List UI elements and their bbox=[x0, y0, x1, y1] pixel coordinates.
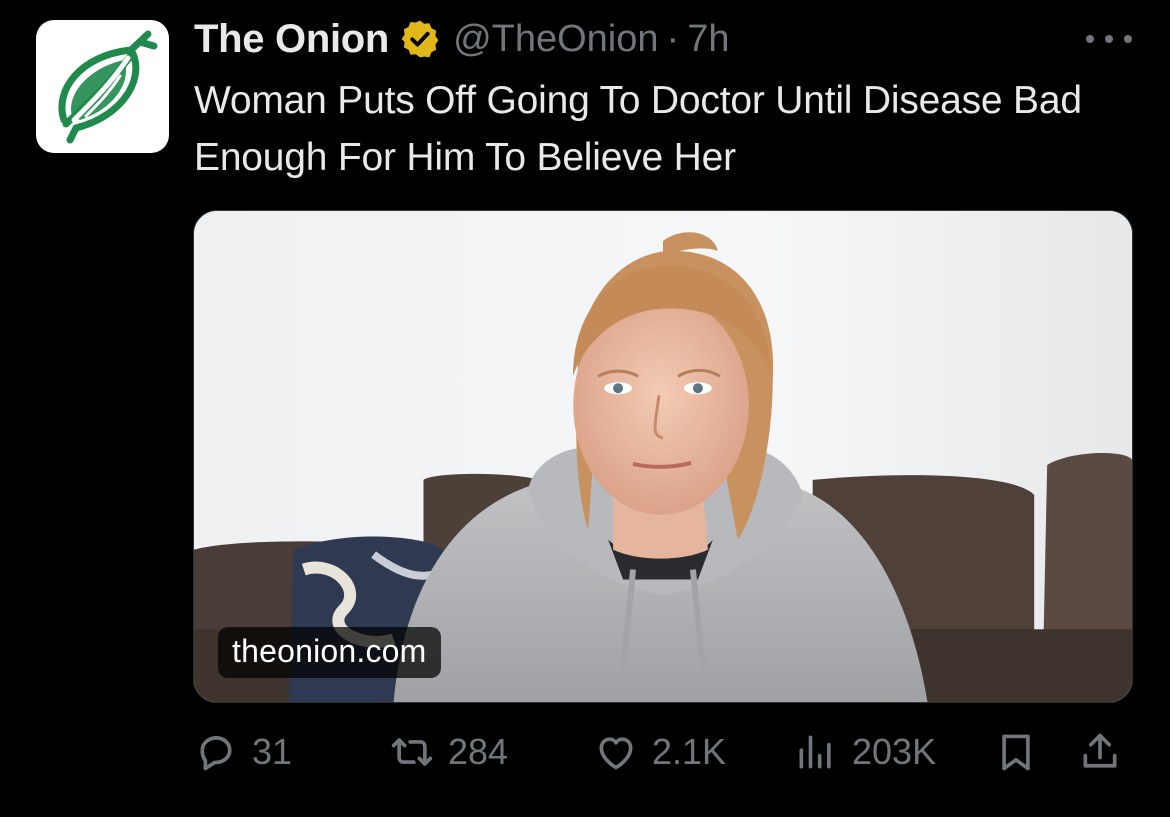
verified-badge-icon[interactable] bbox=[399, 18, 441, 60]
link-card-image[interactable]: theonion.com bbox=[193, 210, 1133, 703]
handle[interactable]: @TheOnion bbox=[453, 18, 658, 61]
action-bar: 31 284 2.1K 203K bbox=[194, 722, 1134, 782]
tweet-header: The Onion @TheOnion · 7h bbox=[194, 14, 729, 64]
share-icon bbox=[1083, 733, 1117, 768]
reply-bubble-icon bbox=[200, 736, 232, 771]
more-dot bbox=[1105, 35, 1113, 43]
tweet-card[interactable]: The Onion @TheOnion · 7h Woman Puts Off … bbox=[0, 0, 1170, 817]
views-count: 203K bbox=[852, 731, 937, 772]
views-button[interactable]: 203K bbox=[794, 722, 936, 782]
reply-button[interactable]: 31 bbox=[194, 722, 292, 782]
link-domain-label[interactable]: theonion.com bbox=[218, 627, 441, 678]
views-chart-icon bbox=[799, 735, 831, 769]
like-button[interactable]: 2.1K bbox=[594, 722, 726, 782]
bookmark-button[interactable] bbox=[994, 722, 1038, 782]
more-options-icon[interactable] bbox=[1086, 22, 1132, 56]
display-name[interactable]: The Onion bbox=[194, 17, 389, 62]
bookmark-icon bbox=[1002, 734, 1030, 771]
retweet-icon bbox=[391, 738, 433, 766]
tweet-text: Woman Puts Off Going To Doctor Until Dis… bbox=[194, 79, 1082, 179]
share-button[interactable] bbox=[1078, 722, 1122, 782]
reply-count: 31 bbox=[252, 731, 293, 772]
avatar[interactable] bbox=[36, 20, 169, 153]
timestamp[interactable]: 7h bbox=[687, 18, 729, 61]
onion-logo-icon bbox=[58, 30, 158, 144]
like-count: 2.1K bbox=[652, 731, 727, 772]
retweet-button[interactable]: 284 bbox=[390, 722, 508, 782]
more-dot bbox=[1086, 35, 1094, 43]
retweet-count: 284 bbox=[448, 731, 509, 772]
more-dot bbox=[1124, 35, 1132, 43]
heart-icon bbox=[599, 737, 633, 770]
separator-dot: · bbox=[666, 17, 680, 60]
